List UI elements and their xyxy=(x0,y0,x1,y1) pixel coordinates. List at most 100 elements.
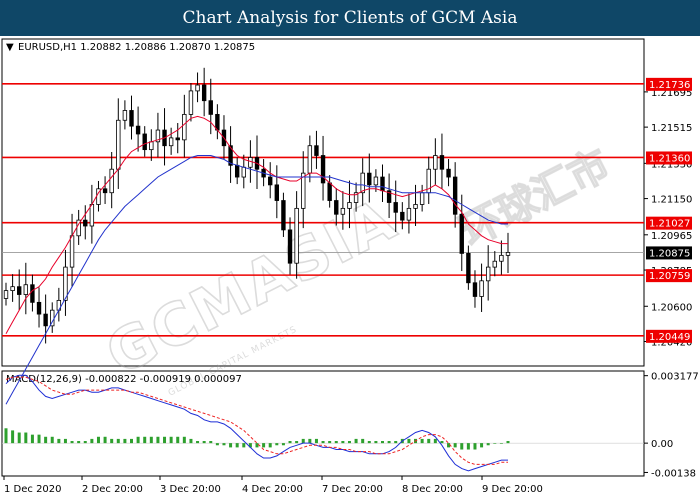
macd-histogram-bar xyxy=(275,443,279,446)
candle-body xyxy=(340,207,346,215)
macd-histogram-bar xyxy=(427,438,431,444)
time-axis: 1 Dec 2020 2 Dec 20:00 3 Dec 20:00 4 Dec 20… xyxy=(3,476,543,495)
price-tick-label: 1.21150 xyxy=(651,195,692,206)
level-tag-label: 1.21360 xyxy=(649,153,690,164)
candle-body xyxy=(248,157,253,168)
macd-histogram-bar xyxy=(110,438,114,444)
macd-histogram-bar xyxy=(143,436,147,444)
candle-body xyxy=(439,155,445,170)
macd-histogram-bar xyxy=(229,443,233,448)
candle-body xyxy=(281,200,286,231)
price-tick-label: 1.21515 xyxy=(651,123,692,134)
candle-body xyxy=(492,260,497,268)
candle-body xyxy=(23,284,29,295)
macd-histogram-bar xyxy=(83,441,87,444)
candle-body xyxy=(149,141,154,151)
macd-histogram-bar xyxy=(90,438,94,444)
candle-body xyxy=(479,280,484,297)
candle-body xyxy=(485,266,491,282)
candle-body xyxy=(241,166,246,178)
candle-body xyxy=(195,84,200,92)
macd-histogram-bar xyxy=(354,438,358,444)
chart-area: GCMASIA 环球汇市 GLOBAL CAPITAL MARKETS ▼ EU… xyxy=(1,38,699,495)
candle-body xyxy=(393,202,398,213)
candle-body xyxy=(116,119,121,170)
candle-body xyxy=(175,137,180,141)
level-tag-label: 1.21027 xyxy=(649,219,690,230)
macd-histogram-bar xyxy=(182,436,186,444)
macd-histogram-bar xyxy=(156,436,160,444)
candle-body xyxy=(406,207,412,221)
candle-body xyxy=(109,168,114,194)
macd-histogram-bar xyxy=(486,443,490,446)
candle-body xyxy=(373,176,379,186)
candle-body xyxy=(294,207,299,264)
macd-histogram-bar xyxy=(334,441,338,444)
candle-body xyxy=(334,200,339,215)
time-tick-label: 9 Dec 20:00 xyxy=(482,484,543,495)
title-banner: Chart Analysis for Clients of GCM Asia xyxy=(0,0,700,36)
time-tick-label: 8 Dec 20:00 xyxy=(402,484,463,495)
candle-body xyxy=(168,137,174,147)
macd-panel-frame xyxy=(1,370,645,477)
candle-body xyxy=(268,176,273,186)
candle-body xyxy=(472,282,478,297)
candle-body xyxy=(234,164,240,178)
macd-histogram-bar xyxy=(480,443,484,448)
candle-body xyxy=(433,155,438,170)
macd-histogram-bar xyxy=(103,436,107,444)
macd-histogram-bar xyxy=(394,441,398,444)
candle-body xyxy=(122,110,128,121)
candle-body xyxy=(142,133,147,151)
macd-histogram-bar xyxy=(189,438,193,444)
current-price-label: 1.20875 xyxy=(649,248,690,259)
candle-body xyxy=(201,84,207,102)
macd-axis: 0.003177 0.00 -0.00138 xyxy=(644,372,699,479)
macd-histogram-bar xyxy=(314,438,318,444)
candle-body xyxy=(314,145,319,156)
candle-body xyxy=(43,313,48,327)
macd-histogram-bar xyxy=(30,434,34,444)
candle-body xyxy=(301,172,306,209)
macd-histogram-bar xyxy=(130,438,133,444)
macd-histogram-bar xyxy=(447,443,451,448)
candle-body xyxy=(274,184,280,201)
candle-body xyxy=(320,155,326,184)
macd-histogram-bar xyxy=(341,441,345,444)
macd-histogram-bar xyxy=(387,441,391,444)
macd-histogram-bar xyxy=(301,438,305,444)
macd-histogram-bar xyxy=(44,436,48,444)
level-tag-label: 1.20759 xyxy=(649,271,690,282)
macd-histogram-bar xyxy=(163,436,167,444)
macd-histogram-bar xyxy=(466,443,470,450)
symbol-dropdown-icon[interactable]: ▼ xyxy=(6,42,14,53)
candle-body xyxy=(499,254,504,262)
macd-histogram-bar xyxy=(24,432,28,444)
time-tick-label: 3 Dec 20:00 xyxy=(160,484,221,495)
candle-body xyxy=(182,113,187,141)
macd-histogram-bar xyxy=(420,438,424,444)
candle-body xyxy=(188,90,194,115)
candle-body xyxy=(419,192,425,205)
macd-histogram-bar xyxy=(268,443,272,448)
candle-body xyxy=(129,110,134,127)
macd-histogram-bar xyxy=(136,436,140,444)
candle-body xyxy=(413,204,418,209)
macd-histogram-bar xyxy=(242,443,246,448)
candle-body xyxy=(215,113,220,131)
price-tick-label: 1.20965 xyxy=(651,231,692,242)
macd-histogram-bar xyxy=(50,436,54,444)
level-tag-label: 1.21736 xyxy=(649,80,690,91)
macd-histogram-bar xyxy=(255,443,259,448)
macd-histogram-bar xyxy=(367,441,371,444)
candle-body xyxy=(400,211,405,221)
candle-body xyxy=(208,100,213,115)
candle-body xyxy=(3,290,9,299)
candle-body xyxy=(446,168,451,178)
candle-body xyxy=(89,204,95,227)
macd-histogram-bar xyxy=(169,436,173,444)
macd-histogram-bar xyxy=(407,438,411,444)
macd-histogram-bar xyxy=(209,441,213,444)
time-tick-label: 4 Dec 20:00 xyxy=(242,484,303,495)
macd-histogram-bar xyxy=(281,443,285,446)
